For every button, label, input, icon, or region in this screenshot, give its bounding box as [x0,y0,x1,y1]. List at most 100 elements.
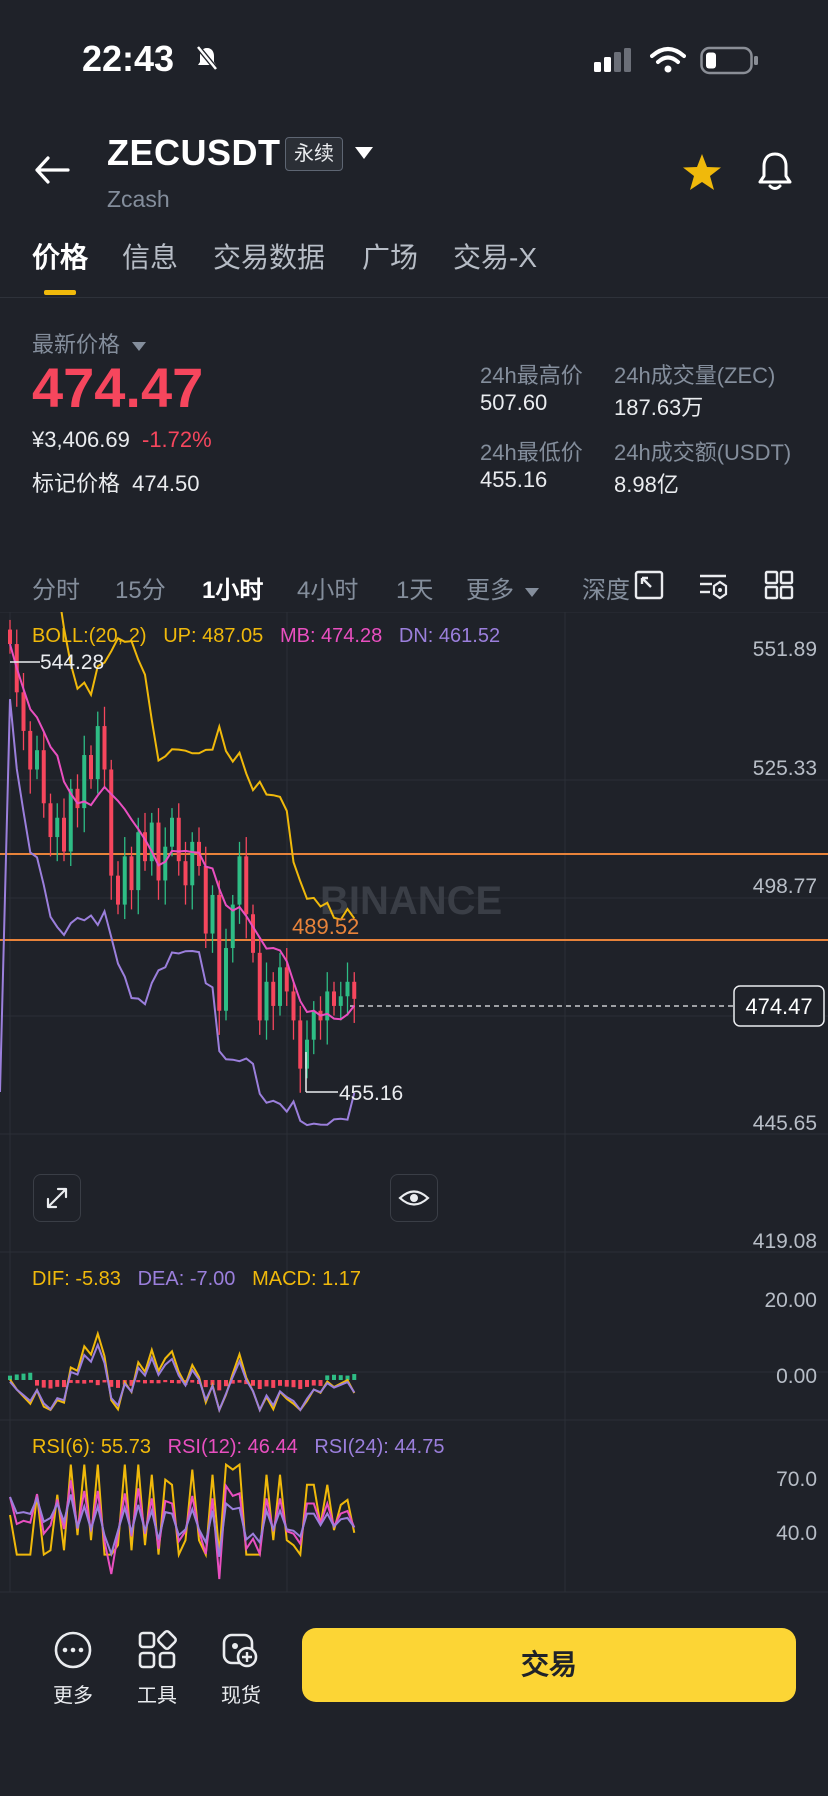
macd-tick-0: 0.00 [776,1365,817,1388]
candle-body [176,817,181,862]
macd-bar [176,1380,181,1384]
signal-icon [594,48,631,72]
macd-bar [28,1372,33,1380]
macd-bar [116,1380,120,1388]
macd-bar [311,1380,316,1386]
bottom-tools-button[interactable]: 工具 [122,1630,192,1708]
macd-bar [55,1380,60,1387]
boll-legend[interactable]: BOLL:(20, 2) UP: 487.05 MB: 474.28 DN: 4… [32,625,500,648]
tabs-divider [0,297,828,298]
macd-dif-value: DIF: -5.83 [32,1268,121,1290]
interval-more[interactable]: 更多 [466,570,539,605]
candle-body [210,894,215,934]
high-marker: 544.28 [40,651,104,674]
candle-body [224,948,228,1011]
favorite-star-icon[interactable] [682,153,722,191]
layout-grid-icon[interactable] [764,570,794,600]
candle-body [190,841,195,886]
tab-info[interactable]: 信息 [122,236,178,276]
bottom-spot-label: 现货 [221,1685,261,1707]
candle-body [332,991,336,1006]
macd-value: MACD: 1.17 [252,1268,362,1290]
macd-legend[interactable]: DIF: -5.83 DEA: -7.00 MACD: 1.17 [32,1268,361,1291]
more-caret-icon [524,588,539,597]
y-tick-419: 419.08 [753,1230,817,1253]
y-tick-445: 445.65 [753,1112,817,1135]
tab-trading-data[interactable]: 交易数据 [213,236,325,276]
coin-name: Zcash [107,186,170,212]
macd-bar [278,1380,282,1386]
boll-mb-value: MB: 474.28 [279,625,383,647]
battery-icon [700,46,758,75]
candle-body [170,817,174,847]
fullscreen-chart-icon[interactable] [634,570,664,600]
rsi24-value: RSI(24): 44.75 [314,1436,445,1458]
macd-bar [284,1380,289,1387]
bottom-tools-label: 工具 [137,1685,177,1707]
indicator-settings-icon[interactable] [698,570,728,600]
candle-body [102,726,107,770]
bottom-more-button[interactable]: 更多 [38,1630,108,1708]
macd-bar [217,1380,222,1391]
interval-time[interactable]: 分时 [32,570,80,605]
tab-price[interactable]: 价格 [32,236,88,276]
candle-body [251,914,255,953]
stat-high-label: 24h最高价 [480,363,583,388]
interval-depth[interactable]: 深度 [582,570,632,605]
macd-bar [143,1380,147,1384]
macd-bar [62,1380,66,1388]
boll-label: BOLL:(20, 2) [32,625,147,647]
main-tabs: 价格 信息 交易数据 广场 交易-X [0,236,828,296]
boll-up-value: UP: 487.05 [163,625,264,647]
expand-chart-button[interactable] [33,1174,81,1222]
candle-body [338,996,343,1006]
candle-body [271,981,276,1006]
status-time: 22:43 [82,38,175,79]
tab-square[interactable]: 广场 [362,236,418,276]
macd-bar [75,1380,80,1384]
candle-body [89,755,93,780]
interval-1d[interactable]: 1天 [396,570,433,605]
pair-dropdown-icon[interactable] [354,146,374,160]
candle-body [95,726,100,780]
last-price: 474.47 [32,356,204,419]
stat-turnover-value: 8.98亿 [614,472,679,497]
interval-4h[interactable]: 4小时 [297,570,358,605]
stat-volume-value: 187.63万 [614,395,704,420]
order-line-label: 489.52 [292,914,359,939]
pair-title[interactable]: ZECUSDT [107,132,281,174]
mark-price-value: 474.50 [132,471,200,496]
stat-volume-label: 24h成交量(ZEC) [614,363,776,388]
tab-trade-x[interactable]: 交易-X [453,236,537,276]
candle-body [116,875,120,905]
macd-bar [332,1374,336,1380]
visibility-toggle-button[interactable] [390,1174,438,1222]
rsi6-line [9,1462,356,1559]
candle-body [109,769,114,876]
y-tick-551: 551.89 [753,638,817,661]
alert-bell-icon[interactable] [757,151,793,191]
y-tick-525: 525.33 [753,757,817,780]
bottom-spot-button[interactable]: 现货 [206,1630,276,1708]
macd-bar [41,1380,46,1388]
back-arrow-icon[interactable] [34,155,70,185]
macd-bar [325,1375,330,1380]
trade-button[interactable]: 交易 [302,1628,796,1702]
candle-body [217,894,222,1011]
stat-high-value: 507.60 [480,390,548,415]
candle-body [62,817,66,852]
spot-swap-icon [222,1633,258,1668]
rsi-legend[interactable]: RSI(6): 55.73 RSI(12): 46.44 RSI(24): 44… [32,1436,444,1459]
macd-bar [8,1375,12,1380]
candle-body [284,967,289,992]
cny-change-row: ¥3,406.69 -1.72% [32,427,212,453]
interval-15m[interactable]: 15分 [115,570,166,605]
macd-bar [35,1380,39,1386]
macd-bar [136,1380,141,1383]
candle-body [28,730,33,770]
candle-body [278,967,282,1006]
interval-1h[interactable]: 1小时 [202,570,263,605]
caret-down-icon [132,342,147,351]
candle-body [55,817,60,838]
macd-bar [170,1380,174,1384]
